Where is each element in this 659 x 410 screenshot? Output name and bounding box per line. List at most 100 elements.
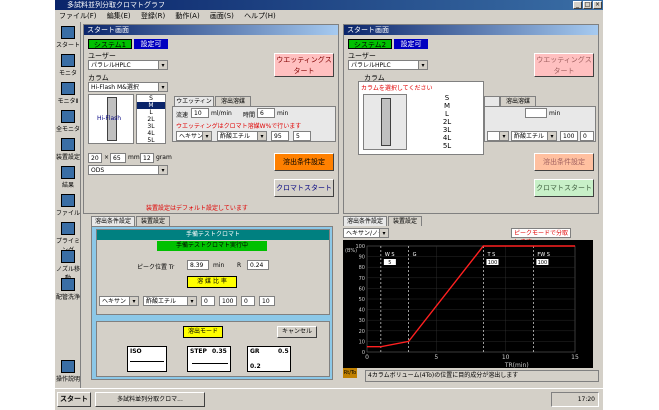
solvent-a-select[interactable]: ヘキサン: [176, 131, 212, 141]
ratio-b-input-2[interactable]: 0: [580, 131, 594, 141]
column-brand-text: Hi-Flash: [97, 115, 122, 122]
list-item[interactable]: 4L: [415, 134, 479, 142]
menu-register[interactable]: 登録(R): [141, 12, 165, 20]
list-item[interactable]: 2L: [137, 116, 165, 123]
menu-file[interactable]: ファイル(F): [59, 12, 97, 20]
elution-conditions-button-2[interactable]: 溶出条件設定: [534, 153, 594, 171]
sidebar-item-all-monitor[interactable]: 全モニタ: [56, 108, 80, 134]
tab-wetting-2[interactable]: [484, 96, 500, 106]
tab-wetting[interactable]: ウエッティング: [174, 96, 214, 114]
r-input[interactable]: 0.24: [247, 260, 269, 270]
list-item[interactable]: L: [415, 110, 479, 118]
tab-elution-solvent[interactable]: 溶出溶媒: [215, 96, 251, 106]
sidebar-item-pipe-wash[interactable]: 配管洗浄: [56, 276, 80, 302]
tab-elution-solvent-2[interactable]: 溶出溶媒: [500, 96, 536, 106]
ratio-a-input[interactable]: 95: [271, 131, 289, 141]
tab-device-settings[interactable]: 装置設定: [136, 216, 170, 226]
elution-conditions-button[interactable]: 溶出条件設定: [274, 153, 334, 171]
tab-elution-conditions[interactable]: 溶出条件設定: [91, 216, 135, 226]
sidebar-item-priming[interactable]: プライミング: [56, 220, 80, 254]
chroma-start-button[interactable]: クロマトスタート: [274, 179, 334, 197]
sidebar-item-file[interactable]: ファイル: [56, 192, 80, 218]
sidebar-item-help[interactable]: 操作説明: [56, 358, 80, 384]
close-button[interactable]: ×: [593, 1, 602, 9]
user-select-2[interactable]: パラレルHPLC: [348, 60, 428, 70]
solvent-a-select-2[interactable]: [487, 131, 509, 141]
column-select[interactable]: Hi-Flash M&選択: [88, 82, 168, 92]
list-item[interactable]: M: [415, 102, 479, 110]
tab-device-settings-2[interactable]: 装置設定: [388, 216, 422, 226]
time-label: 時間: [243, 112, 256, 119]
list-item[interactable]: S: [415, 94, 479, 102]
bottom-solvent-b-select[interactable]: 酢酸エチル: [143, 296, 197, 306]
dim-width-input[interactable]: 20: [88, 153, 102, 163]
step-value: 0.35: [212, 348, 227, 355]
list-item[interactable]: 4L: [137, 130, 165, 137]
list-item[interactable]: 3L: [137, 123, 165, 130]
sidebar-item-nozzle-move[interactable]: ノズル移動: [56, 248, 80, 282]
list-item[interactable]: S: [137, 95, 165, 102]
dim-length-input[interactable]: 65: [110, 153, 126, 163]
menu-edit[interactable]: 編集(E): [107, 12, 131, 20]
bottom-ratio-a-input[interactable]: 0: [201, 296, 215, 306]
solvent-b-select[interactable]: 酢酸エチル: [217, 131, 267, 141]
phase-select[interactable]: ODS: [88, 165, 168, 175]
bottom-ratio-c-input[interactable]: 0: [241, 296, 255, 306]
nozzle-move-icon: [61, 250, 75, 263]
wetting-start-button[interactable]: ウエッティングスタート: [274, 53, 334, 77]
cancel-button[interactable]: キャンセル: [277, 326, 317, 338]
bottom-ratio-b-input[interactable]: 100: [219, 296, 237, 306]
left-start-panel: スタート画面 システム1 設定可 ユーザー パラレルHPLC カラム Hi-Fl…: [83, 24, 339, 214]
chart-solvent-select[interactable]: ヘキサン/ノール: [343, 228, 389, 238]
minimize-button[interactable]: _: [573, 1, 582, 9]
gram-input[interactable]: 12: [140, 153, 154, 163]
time-input-2[interactable]: [525, 108, 547, 118]
list-item[interactable]: 5L: [415, 142, 479, 150]
tab-elution-conditions-2[interactable]: 溶出条件設定: [343, 216, 387, 226]
peak-input[interactable]: 8.39: [187, 260, 209, 270]
list-item[interactable]: 5L: [137, 137, 165, 144]
dim-times: ×: [104, 154, 110, 161]
taskbar: スタート 多試料並列分取クロマ... 17:20: [55, 388, 603, 410]
marker-label: FW S: [537, 252, 550, 258]
menu-screen[interactable]: 画面(S): [210, 12, 234, 20]
default-settings-note: 装置設定はデフォルト設定しています: [146, 205, 248, 212]
menu-help[interactable]: ヘルプ(H): [244, 12, 276, 20]
ratio-a-input-2[interactable]: 100: [560, 131, 578, 141]
size-list[interactable]: S M L 2L 3L 4L 5L: [136, 94, 166, 144]
list-item[interactable]: 3L: [415, 126, 479, 134]
ratio-b-input[interactable]: 5: [293, 131, 311, 141]
maximize-button[interactable]: □: [583, 1, 592, 9]
sidebar-item-results[interactable]: 結果: [56, 164, 80, 190]
sidebar-item-monitor[interactable]: モニタ: [56, 52, 80, 78]
start-button[interactable]: スタート: [57, 392, 91, 407]
solvent-b-select-2[interactable]: 酢酸エチル: [511, 131, 557, 141]
y-tick-label: 20: [359, 329, 365, 335]
list-item-selected[interactable]: M: [137, 102, 165, 109]
user-select[interactable]: パラレルHPLC: [88, 60, 168, 70]
mode-gr-button[interactable]: GR 0.5 0.2: [247, 346, 291, 372]
mode-iso-button[interactable]: ISO: [127, 346, 167, 372]
list-item[interactable]: 2L: [415, 118, 479, 126]
y-tick-label: 40: [359, 308, 365, 314]
flow-input[interactable]: 10: [191, 108, 209, 118]
sidebar-item-monitor2[interactable]: モニタⅡ: [56, 80, 80, 106]
bottom-ratio-d-input[interactable]: 10: [259, 296, 275, 306]
sidebar-item-start[interactable]: スタート: [56, 24, 80, 50]
column-image: Hi-Flash: [88, 94, 134, 144]
taskbar-app-button[interactable]: 多試料並列分取クロマ...: [95, 392, 205, 407]
list-item[interactable]: L: [137, 109, 165, 116]
chroma-start-button-2[interactable]: クロマトスタート: [534, 179, 594, 197]
x-tick-label: 5: [434, 354, 438, 361]
menu-action[interactable]: 動作(A): [175, 12, 199, 20]
system1-label: システム1: [88, 39, 132, 49]
peak-mode-note: ピークモードで分取します: [511, 228, 571, 246]
sidebar-item-device-settings[interactable]: 装置設定: [56, 136, 80, 162]
x-axis-label: TR(min): [504, 362, 529, 368]
bottom-solvent-a-select[interactable]: ヘキサン: [99, 296, 139, 306]
wetting-start-button-2[interactable]: ウエッティングスタート: [534, 53, 594, 77]
time-input[interactable]: 6: [257, 108, 275, 118]
left-panel-header: スタート画面: [84, 25, 338, 35]
mode-step-button[interactable]: STEP 0.35: [187, 346, 231, 372]
size-list-2[interactable]: S M L 2L 3L 4L 5L: [415, 94, 479, 152]
